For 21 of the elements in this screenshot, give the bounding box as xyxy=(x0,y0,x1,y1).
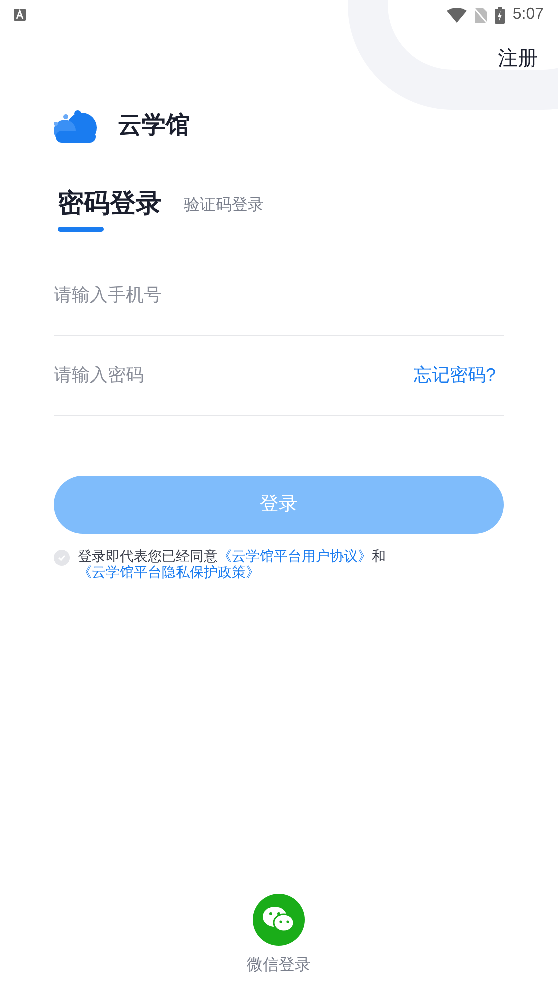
battery-charging-icon xyxy=(494,6,505,24)
agree-checkbox[interactable] xyxy=(54,550,70,566)
input-field[interactable]: 请输入手机号 xyxy=(54,282,504,309)
wifi-icon xyxy=(446,8,467,22)
tab-underline xyxy=(58,227,104,232)
wechat-login-label: 微信登录 xyxy=(247,956,311,976)
brand-name: 云学馆 xyxy=(118,111,190,141)
login-tab[interactable]: 密码登录 xyxy=(58,184,162,232)
no-sim-icon xyxy=(474,8,487,22)
forgot-password-link[interactable]: 忘记密码? xyxy=(414,362,504,389)
user-agreement-link[interactable]: 《云学馆平台用户协议》 xyxy=(218,548,372,564)
check-icon xyxy=(57,553,67,563)
status-time: 5:07 xyxy=(512,5,544,25)
agreement-text: 登录即代表您已经同意《云学馆平台用户协议》和 《云学馆平台隐私保护政策》 xyxy=(78,548,387,580)
input-field[interactable]: 请输入密码 xyxy=(54,362,414,389)
privacy-policy-link[interactable]: 《云学馆平台隐私保护政策》 xyxy=(78,564,260,580)
keyboard-icon xyxy=(14,9,26,21)
register-link[interactable]: 注册 xyxy=(498,44,538,74)
login-tab[interactable]: 验证码登录 xyxy=(184,194,264,232)
wechat-icon[interactable] xyxy=(253,894,305,946)
cloud-logo-icon xyxy=(52,109,98,143)
